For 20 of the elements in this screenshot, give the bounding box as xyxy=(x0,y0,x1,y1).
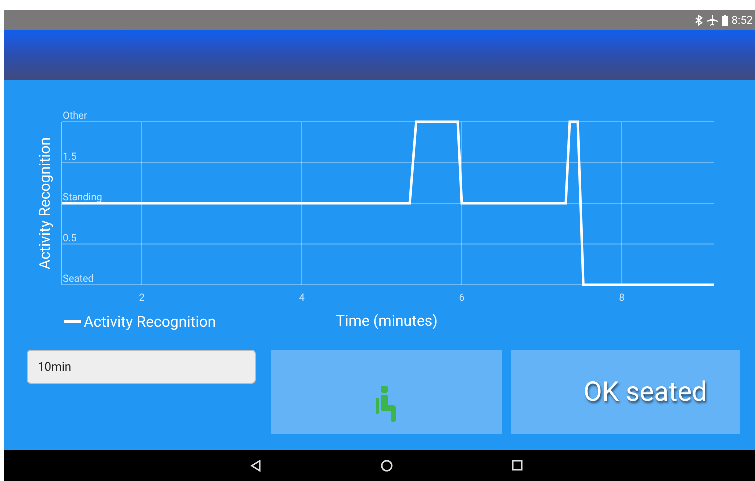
x-tick-label: 2 xyxy=(139,293,145,304)
bluetooth-icon xyxy=(694,14,703,26)
y-tick-label: Seated xyxy=(63,274,94,285)
y-tick-label: 0.5 xyxy=(63,233,77,244)
y-tick-label: 1.5 xyxy=(63,152,77,163)
duration-field[interactable]: 10min xyxy=(27,350,256,384)
back-button[interactable] xyxy=(248,458,264,474)
home-button[interactable] xyxy=(379,458,395,474)
y-tick-label: Other xyxy=(63,111,88,122)
x-tick-label: 6 xyxy=(459,293,465,304)
clock-text: 8:52 xyxy=(732,14,753,26)
x-tick-label: 4 xyxy=(299,293,305,304)
airplane-icon xyxy=(706,14,718,26)
x-tick-label: 8 xyxy=(619,293,625,304)
legend-label: Activity Recognition xyxy=(84,313,216,331)
y-tick-label: Standing xyxy=(63,192,102,204)
y-axis-title: Activity Recognition xyxy=(36,137,54,270)
legend-swatch xyxy=(64,320,81,323)
battery-icon xyxy=(722,14,728,26)
x-axis-title: Time (minutes) xyxy=(336,312,438,330)
